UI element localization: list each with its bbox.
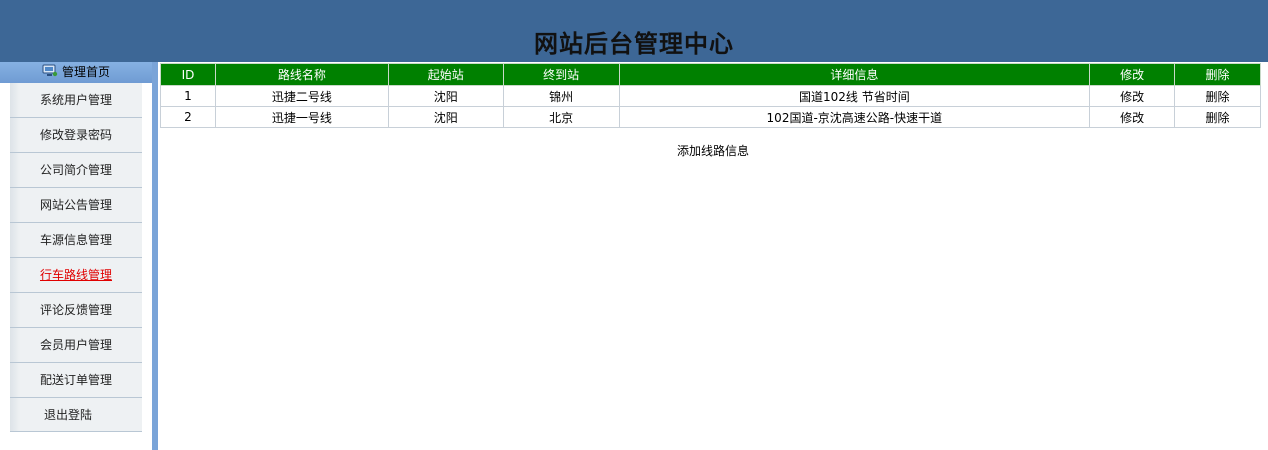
sidebar-item-announcements[interactable]: 网站公告管理 xyxy=(10,188,142,223)
table-row: 1 迅捷二号线 沈阳 锦州 国道102线 节省时间 修改 删除 xyxy=(160,85,1261,107)
column-header-start-station: 起始站 xyxy=(387,63,504,86)
main-content: ID 路线名称 起始站 终到站 详细信息 修改 删除 1 迅捷二号线 沈阳 锦州… xyxy=(158,62,1268,450)
site-title: 网站后台管理中心 xyxy=(534,30,734,58)
add-route-link[interactable]: 添加线路信息 xyxy=(158,142,1268,159)
cell-route-name: 迅捷二号线 xyxy=(214,85,389,107)
delete-link[interactable]: 删除 xyxy=(1174,85,1261,107)
sidebar-item-feedback[interactable]: 评论反馈管理 xyxy=(10,293,142,328)
sidebar-home[interactable]: 管理首页 xyxy=(0,62,152,83)
sidebar-menu: 系统用户管理 修改登录密码 公司简介管理 网站公告管理 车源信息管理 行车路线管… xyxy=(0,83,152,432)
cell-id: 2 xyxy=(160,106,216,128)
sidebar-item-company-intro[interactable]: 公司简介管理 xyxy=(10,153,142,188)
column-header-delete: 删除 xyxy=(1174,63,1261,86)
column-header-route-name: 路线名称 xyxy=(214,63,389,86)
column-header-edit: 修改 xyxy=(1089,63,1176,86)
header-bar: 网站后台管理中心 xyxy=(0,0,1268,62)
column-header-end-station: 终到站 xyxy=(502,63,620,86)
sidebar-item-members[interactable]: 会员用户管理 xyxy=(10,328,142,363)
cell-route-name: 迅捷一号线 xyxy=(214,106,389,128)
column-header-detail: 详细信息 xyxy=(618,63,1091,86)
edit-link[interactable]: 修改 xyxy=(1089,106,1176,128)
table-header-row: ID 路线名称 起始站 终到站 详细信息 修改 删除 xyxy=(160,63,1261,86)
home-computer-icon xyxy=(42,64,58,77)
cell-detail: 102国道-京沈高速公路-快速干道 xyxy=(618,106,1091,128)
edit-link[interactable]: 修改 xyxy=(1089,85,1176,107)
cell-end-station: 锦州 xyxy=(502,85,620,107)
cell-start-station: 沈阳 xyxy=(387,106,504,128)
sidebar-item-delivery-orders[interactable]: 配送订单管理 xyxy=(10,363,142,398)
cell-id: 1 xyxy=(160,85,216,107)
cell-end-station: 北京 xyxy=(502,106,620,128)
sidebar-item-logout[interactable]: 退出登陆 xyxy=(10,398,142,432)
table-row: 2 迅捷一号线 沈阳 北京 102国道-京沈高速公路-快速干道 修改 删除 xyxy=(160,106,1261,128)
cell-start-station: 沈阳 xyxy=(387,85,504,107)
sidebar-home-label: 管理首页 xyxy=(61,65,110,79)
sidebar: 管理首页 系统用户管理 修改登录密码 公司简介管理 网站公告管理 车源信息管理 … xyxy=(0,62,160,450)
sidebar-item-change-password[interactable]: 修改登录密码 xyxy=(10,118,142,153)
sidebar-item-routes[interactable]: 行车路线管理 xyxy=(10,258,142,293)
delete-link[interactable]: 删除 xyxy=(1174,106,1261,128)
cell-detail: 国道102线 节省时间 xyxy=(618,85,1091,107)
routes-table: ID 路线名称 起始站 终到站 详细信息 修改 删除 1 迅捷二号线 沈阳 锦州… xyxy=(160,63,1261,128)
column-header-id: ID xyxy=(160,63,216,86)
sidebar-item-system-users[interactable]: 系统用户管理 xyxy=(10,83,142,118)
sidebar-item-vehicle-info[interactable]: 车源信息管理 xyxy=(10,223,142,258)
